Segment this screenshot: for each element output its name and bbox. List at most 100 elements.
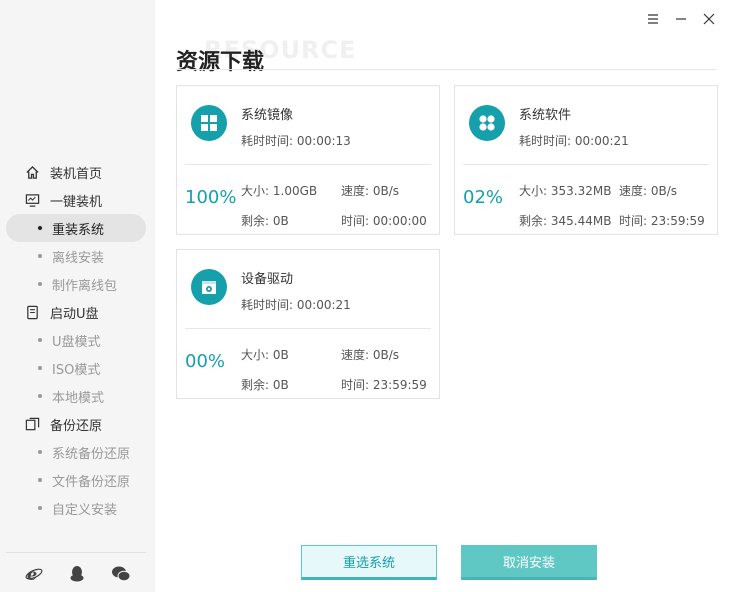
- title-divider: [176, 69, 717, 70]
- progress-percent: 02%: [463, 187, 504, 208]
- card-divider: [185, 328, 431, 329]
- bullet-icon: [38, 338, 42, 342]
- eta-info: 时间: 23:59:59: [619, 212, 705, 229]
- sidebar-item-label: 文件备份还原: [52, 474, 131, 490]
- speed-value: 0B/s: [372, 348, 400, 362]
- speed-label: 速度:: [341, 348, 370, 362]
- sidebar-item-label: 制作离线包: [52, 278, 118, 294]
- wechat-icon[interactable]: [111, 564, 131, 584]
- size-info: 大小: 0B: [241, 346, 289, 363]
- progress-percent: 00%: [185, 351, 226, 372]
- elapsed-label: 耗时时间:: [519, 134, 572, 148]
- sidebar-item-iso-mode[interactable]: ISO模式: [6, 354, 146, 382]
- qq-penguin-icon[interactable]: [67, 564, 87, 584]
- card-elapsed-time: 耗时时间: 00:00:21: [241, 296, 351, 313]
- sidebar-item-offline-install[interactable]: 离线安装: [6, 242, 146, 270]
- sidebar-item-label: 离线安装: [52, 250, 105, 266]
- cancel-install-button[interactable]: 取消安装: [461, 545, 597, 580]
- home-icon: [24, 164, 40, 180]
- sidebar-item-label: 重装系统: [52, 222, 105, 238]
- bullet-icon: [38, 226, 42, 230]
- menu-icon[interactable]: [646, 10, 660, 28]
- remaining-label: 剩余:: [241, 214, 270, 228]
- speed-label: 速度:: [619, 184, 648, 198]
- elapsed-label: 耗时时间:: [241, 298, 294, 312]
- eta-value: 23:59:59: [372, 378, 427, 392]
- eta-value: 23:59:59: [650, 214, 705, 228]
- remaining-value: 0B: [272, 378, 289, 392]
- card-title: 系统软件: [519, 108, 572, 123]
- close-icon[interactable]: [702, 10, 716, 28]
- eta-label: 时间:: [341, 214, 370, 228]
- elapsed-label: 耗时时间:: [241, 134, 294, 148]
- eta-value: 00:00:00: [372, 214, 427, 228]
- sidebar-item-reinstall-system[interactable]: 重装系统: [6, 214, 146, 242]
- sidebar-item-one-click-install[interactable]: 一键装机: [6, 186, 146, 214]
- eta-info: 时间: 00:00:00: [341, 212, 427, 229]
- size-label: 大小:: [241, 348, 270, 362]
- card-divider: [185, 164, 431, 165]
- size-label: 大小:: [519, 184, 548, 198]
- windows-logo-icon: [191, 105, 227, 141]
- remaining-value: 345.44MB: [550, 214, 612, 228]
- remaining-info: 剩余: 0B: [241, 376, 289, 393]
- card-elapsed-time: 耗时时间: 00:00:13: [241, 132, 351, 149]
- sidebar-item-custom-install[interactable]: 自定义安装: [6, 494, 146, 522]
- progress-percent: 100%: [185, 187, 237, 208]
- sidebar-item-home[interactable]: 装机首页: [6, 158, 146, 186]
- sidebar-item-label: U盘模式: [52, 334, 101, 350]
- sidebar-item-label: 本地模式: [52, 390, 105, 406]
- sidebar-nav: 装机首页 一键装机 重装系统 离线安装 制作离线包 启动U盘 U盘模式 ISO模…: [6, 158, 146, 522]
- bullet-icon: [38, 506, 42, 510]
- sidebar-item-make-offline-package[interactable]: 制作离线包: [6, 270, 146, 298]
- elapsed-value: 00:00:21: [574, 134, 629, 148]
- elapsed-value: 00:00:21: [296, 298, 351, 312]
- eta-info: 时间: 23:59:59: [341, 376, 427, 393]
- sidebar-item-file-backup-restore[interactable]: 文件备份还原: [6, 466, 146, 494]
- sidebar-item-label: 自定义安装: [52, 502, 118, 518]
- elapsed-value: 00:00:13: [296, 134, 351, 148]
- card-title: 系统镜像: [241, 108, 294, 123]
- sidebar-item-boot-usb[interactable]: 启动U盘: [6, 298, 146, 326]
- minimize-icon[interactable]: [674, 10, 688, 28]
- remaining-value: 0B: [272, 214, 289, 228]
- bullet-icon: [38, 478, 42, 482]
- speed-info: 速度: 0B/s: [341, 182, 399, 199]
- speed-info: 速度: 0B/s: [619, 182, 677, 199]
- card-divider: [463, 164, 709, 165]
- remaining-info: 剩余: 0B: [241, 212, 289, 229]
- sidebar: 装机首页 一键装机 重装系统 离线安装 制作离线包 启动U盘 U盘模式 ISO模…: [0, 0, 155, 592]
- download-card-system-image: 系统镜像 耗时时间: 00:00:13 100% 大小: 1.00GB 速度: …: [176, 85, 440, 235]
- reselect-system-button[interactable]: 重选系统: [301, 545, 437, 580]
- sidebar-item-system-backup-restore[interactable]: 系统备份还原: [6, 438, 146, 466]
- usb-drive-icon: [24, 304, 40, 320]
- bullet-icon: [38, 366, 42, 370]
- sidebar-item-backup-restore[interactable]: 备份还原: [6, 410, 146, 438]
- download-card-system-software: 系统软件 耗时时间: 00:00:21 02% 大小: 353.32MB 速度:…: [454, 85, 718, 235]
- sidebar-divider: [6, 552, 146, 553]
- sidebar-item-label: 一键装机: [50, 194, 103, 210]
- eta-label: 时间:: [341, 378, 370, 392]
- size-info: 大小: 353.32MB: [519, 182, 611, 199]
- monitor-icon: [24, 192, 40, 208]
- page-title: 资源下载: [176, 50, 265, 75]
- speed-value: 0B/s: [650, 184, 678, 198]
- window-controls: [646, 10, 716, 28]
- bullet-icon: [38, 254, 42, 258]
- speed-info: 速度: 0B/s: [341, 346, 399, 363]
- sidebar-item-local-mode[interactable]: 本地模式: [6, 382, 146, 410]
- sidebar-item-usb-mode[interactable]: U盘模式: [6, 326, 146, 354]
- app-window: 装机首页 一键装机 重装系统 离线安装 制作离线包 启动U盘 U盘模式 ISO模…: [0, 0, 730, 592]
- size-value: 1.00GB: [272, 184, 318, 198]
- speed-value: 0B/s: [372, 184, 400, 198]
- size-value: 353.32MB: [550, 184, 612, 198]
- remaining-label: 剩余:: [519, 214, 548, 228]
- sidebar-item-label: 装机首页: [50, 166, 103, 182]
- size-label: 大小:: [241, 184, 270, 198]
- ie-browser-icon[interactable]: e: [24, 564, 44, 584]
- remaining-info: 剩余: 345.44MB: [519, 212, 611, 229]
- bullet-icon: [38, 450, 42, 454]
- bullet-icon: [38, 394, 42, 398]
- backup-icon: [24, 416, 40, 432]
- card-title: 设备驱动: [241, 272, 294, 287]
